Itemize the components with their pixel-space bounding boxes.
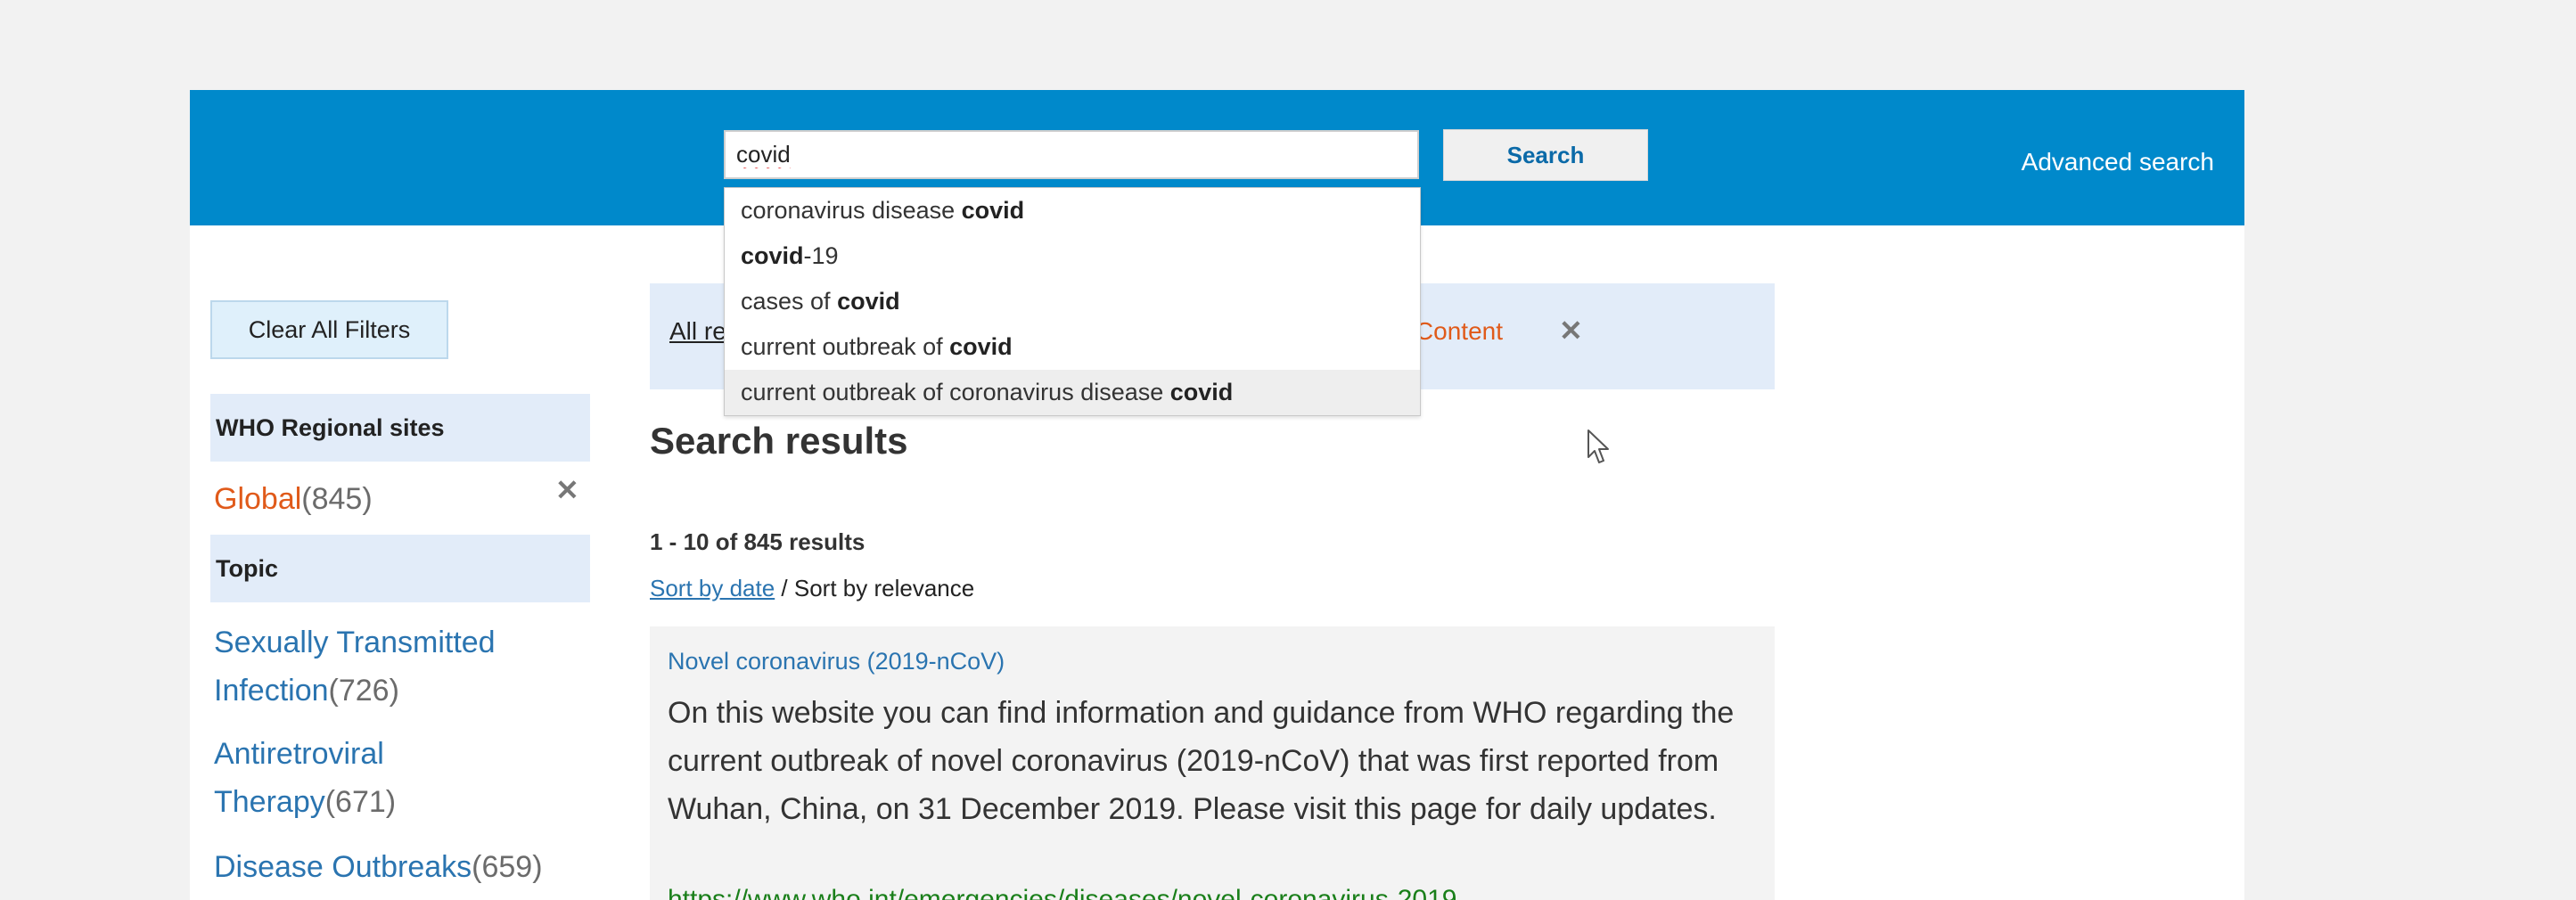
autocomplete-item[interactable]: coronavirus disease covid bbox=[725, 188, 1420, 233]
sort-by-date-link[interactable]: Sort by date bbox=[650, 575, 775, 601]
clear-all-filters-button[interactable]: Clear All Filters bbox=[210, 300, 448, 359]
result-title-link[interactable]: Novel coronavirus (2019-nCoV) bbox=[668, 648, 1005, 675]
facet-heading-topic: Topic bbox=[210, 535, 590, 602]
autocomplete-text: cases of bbox=[741, 288, 838, 315]
search-button[interactable]: Search bbox=[1443, 129, 1648, 181]
facet-item-sti[interactable]: Sexually Transmitted Infection(726) bbox=[214, 618, 496, 715]
mouse-pointer-icon bbox=[1587, 430, 1609, 463]
autocomplete-match: covid bbox=[961, 197, 1025, 224]
facet-item-global-count: (845) bbox=[301, 482, 373, 516]
autocomplete-match: covid bbox=[741, 242, 804, 269]
facet-item-global[interactable]: Global(845) bbox=[214, 475, 373, 523]
facet-item-count: (659) bbox=[472, 850, 543, 884]
autocomplete-match: covid bbox=[837, 288, 900, 315]
facet-item-label[interactable]: Therapy bbox=[214, 785, 325, 819]
remove-global-filter-icon[interactable]: ✕ bbox=[555, 473, 579, 507]
autocomplete-item[interactable]: cases of covid bbox=[725, 279, 1420, 324]
results-title: Search results bbox=[650, 420, 908, 462]
result-item: Novel coronavirus (2019-nCoV) On this we… bbox=[650, 626, 1775, 900]
facet-item-global-label[interactable]: Global bbox=[214, 482, 301, 516]
autocomplete-item-highlighted[interactable]: current outbreak of coronavirus disease … bbox=[725, 370, 1420, 415]
autocomplete-text: current outbreak of bbox=[741, 333, 950, 360]
autocomplete-text: -19 bbox=[803, 242, 839, 269]
autocomplete-item[interactable]: current outbreak of covid bbox=[725, 324, 1420, 370]
remove-filter-icon[interactable]: ✕ bbox=[1559, 314, 1583, 348]
facet-heading-topic-label: Topic bbox=[216, 554, 278, 582]
facet-item-label[interactable]: Antiretroviral bbox=[214, 737, 384, 771]
advanced-search-link[interactable]: Advanced search bbox=[2022, 148, 2214, 176]
facet-item-label[interactable]: Infection bbox=[214, 674, 329, 708]
sort-separator: / bbox=[775, 575, 794, 601]
facet-item-count: (671) bbox=[324, 785, 397, 819]
facet-heading-regional-label: WHO Regional sites bbox=[216, 413, 445, 441]
autocomplete-match: covid bbox=[949, 333, 1013, 360]
autocomplete-dropdown: coronavirus disease covid covid-19 cases… bbox=[724, 187, 1421, 416]
autocomplete-match: covid bbox=[1169, 379, 1234, 405]
search-input[interactable] bbox=[724, 130, 1419, 179]
facet-item-count: (726) bbox=[328, 674, 399, 708]
sort-options: Sort by date / Sort by relevance bbox=[650, 575, 974, 602]
autocomplete-item[interactable]: covid-19 bbox=[725, 233, 1420, 279]
all-results-link[interactable]: All re bbox=[669, 317, 726, 346]
autocomplete-text: coronavirus disease bbox=[741, 197, 962, 224]
facet-item-disease-outbreaks[interactable]: Disease Outbreaks(659) bbox=[214, 843, 543, 891]
facet-heading-regional: WHO Regional sites bbox=[210, 394, 590, 462]
autocomplete-text: current outbreak of coronavirus disease bbox=[741, 379, 1170, 405]
result-url-link[interactable]: https://www.who.int/emergencies/diseases… bbox=[668, 885, 1456, 900]
facet-item-antiretroviral[interactable]: Antiretroviral Therapy(671) bbox=[214, 730, 396, 826]
facet-item-label[interactable]: Disease Outbreaks bbox=[214, 850, 472, 884]
facet-item-label[interactable]: Sexually Transmitted bbox=[214, 626, 496, 659]
result-snippet: On this website you can find information… bbox=[668, 696, 1735, 826]
sort-by-relevance-label: Sort by relevance bbox=[793, 575, 975, 601]
results-count: 1 - 10 of 845 results bbox=[650, 528, 866, 555]
